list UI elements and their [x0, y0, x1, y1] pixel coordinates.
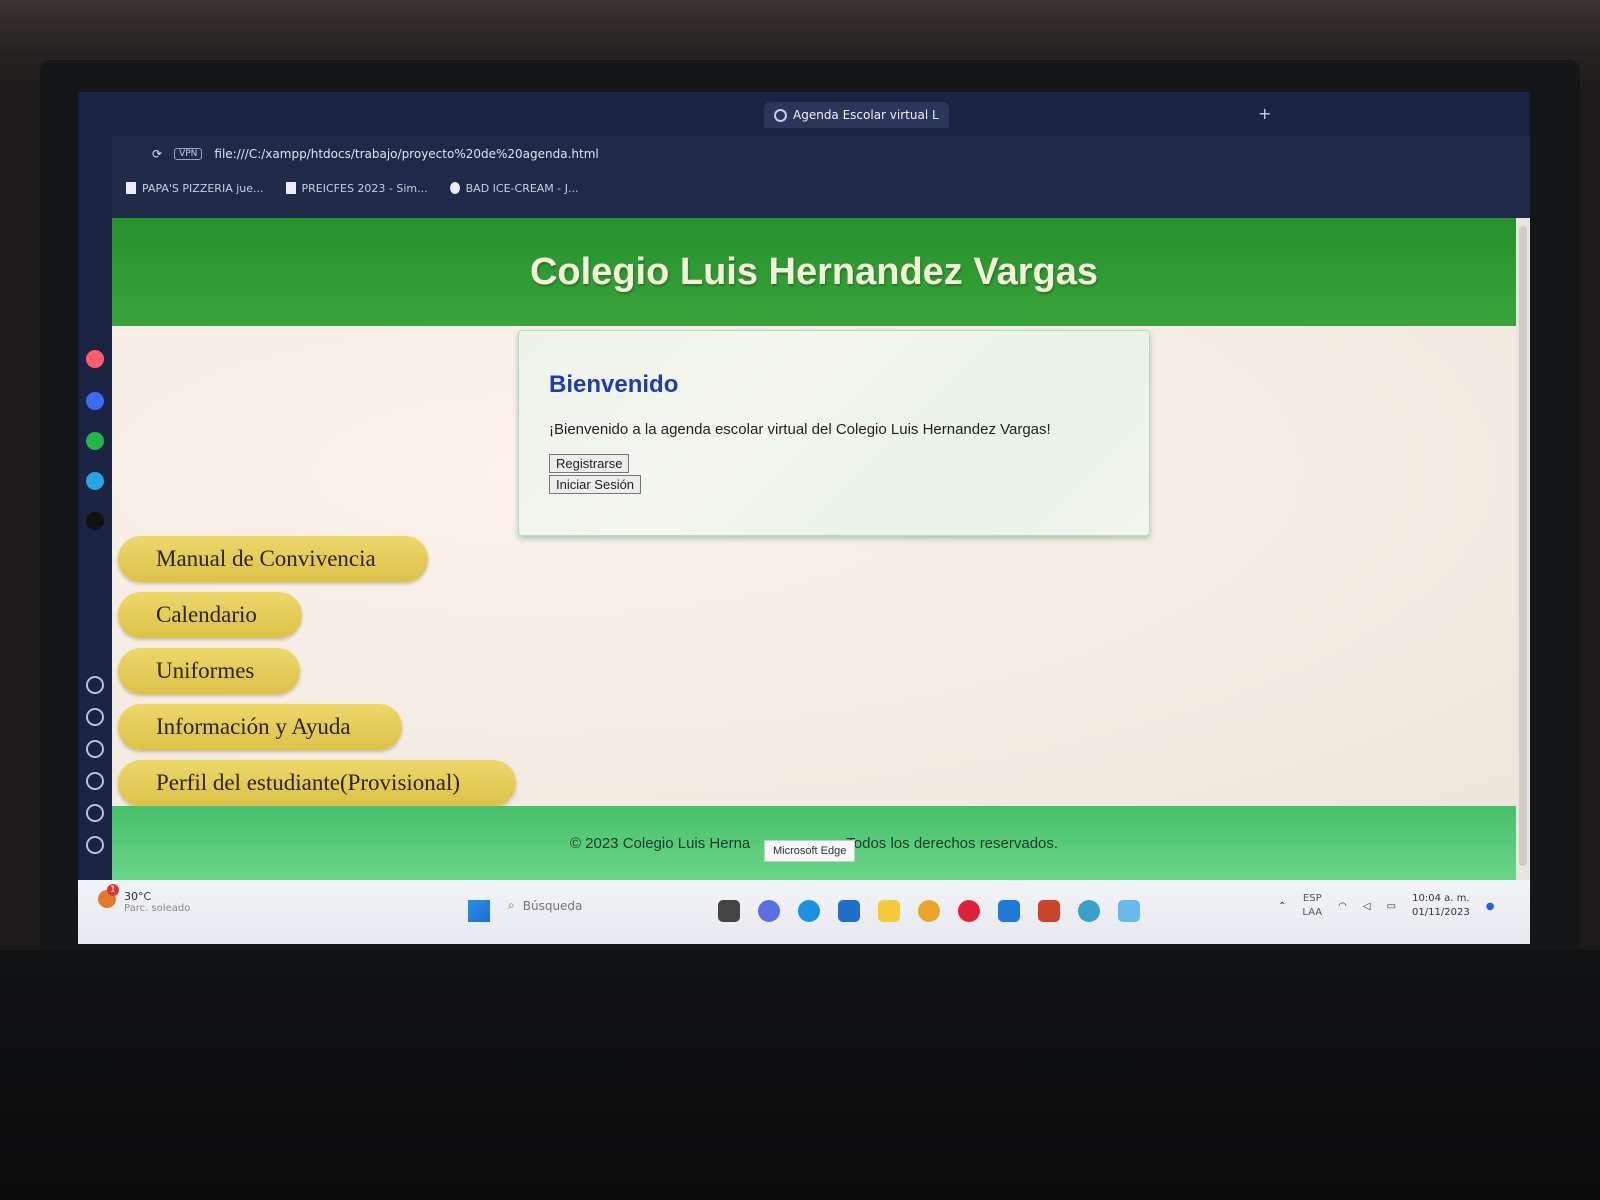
- menu-uniformes[interactable]: Uniformes: [118, 648, 300, 694]
- welcome-heading: Bienvenido: [549, 371, 679, 398]
- windows-start-icon[interactable]: [468, 900, 490, 922]
- browser-sidebar: [78, 136, 112, 880]
- laptop-screen: Agenda Escolar virtual L + ⟳ VPN file://…: [78, 92, 1530, 944]
- document-icon: [285, 182, 296, 194]
- battery-icon[interactable]: ▭: [1387, 901, 1396, 912]
- weather-temperature: 30°C: [124, 890, 152, 903]
- menu-informacion-y-ayuda[interactable]: Información y Ayuda: [118, 704, 402, 750]
- bookmark-label: PAPA'S PIZZERIA jue...: [142, 181, 264, 195]
- weather-description: Parc. soleado: [124, 903, 191, 914]
- send-icon[interactable]: [86, 708, 104, 726]
- system-tray: ⌃ ESP LAA ◠ ◁ ▭ 10:04 a. m. 01/11/2023 ●: [1278, 892, 1494, 920]
- game-icon: [449, 182, 460, 194]
- heart-icon[interactable]: [86, 740, 104, 758]
- powerpoint-icon[interactable]: [1038, 900, 1060, 922]
- app-icon[interactable]: [1078, 900, 1100, 922]
- telegram-icon[interactable]: [86, 472, 104, 490]
- keyboard-layout: LAA: [1302, 907, 1323, 918]
- clock-time: 10:04 a. m.: [1412, 893, 1470, 904]
- login-button[interactable]: Iniciar Sesión: [549, 475, 642, 494]
- new-tab-plus-icon[interactable]: +: [1258, 104, 1271, 123]
- chrome-icon[interactable]: [918, 900, 940, 922]
- register-button[interactable]: Registrarse: [549, 454, 630, 473]
- whatsapp-icon[interactable]: [86, 432, 104, 450]
- player-icon[interactable]: [86, 676, 104, 694]
- page-scrollbar[interactable]: [1516, 218, 1530, 880]
- file-explorer-icon[interactable]: [718, 900, 740, 922]
- menu-calendario[interactable]: Calendario: [118, 592, 302, 638]
- clock-date: 01/11/2023: [1412, 907, 1470, 918]
- tab-label: Agenda Escolar virtual L: [793, 108, 939, 122]
- browser-tab-strip: Agenda Escolar virtual L +: [78, 92, 1530, 136]
- vpn-badge[interactable]: VPN: [174, 148, 203, 160]
- folder-icon[interactable]: [878, 900, 900, 922]
- site-title: Colegio Luis Hernandez Vargas: [529, 250, 1099, 293]
- notification-badge: 1: [107, 884, 119, 896]
- clock[interactable]: 10:04 a. m. 01/11/2023: [1412, 892, 1470, 920]
- messenger-icon[interactable]: [86, 392, 104, 410]
- lightbulb-icon[interactable]: [86, 836, 104, 854]
- bell-icon[interactable]: ●: [1486, 901, 1495, 912]
- address-bar[interactable]: ⟳ VPN file:///C:/xampp/htdocs/trabajo/pr…: [112, 136, 1530, 172]
- tooltip: Microsoft Edge: [764, 840, 856, 862]
- language-code: ESP: [1302, 893, 1322, 904]
- volume-icon[interactable]: ◁: [1363, 901, 1371, 912]
- notepad-icon[interactable]: [1118, 900, 1140, 922]
- search-placeholder: Búsqueda: [522, 898, 583, 913]
- tiktok-icon[interactable]: [86, 512, 104, 530]
- welcome-text: ¡Bienvenido a la agenda escolar virtual …: [549, 421, 1051, 438]
- laptop-keyboard-area: [0, 950, 1600, 1200]
- taskbar-search[interactable]: ⌕ Búsqueda: [508, 898, 582, 913]
- url-text[interactable]: file:///C:/xampp/htdocs/trabajo/proyecto…: [214, 147, 598, 161]
- bookmark-label: PREICFES 2023 - Sim...: [301, 181, 428, 195]
- document-icon: [126, 182, 136, 194]
- bookmark-item[interactable]: PAPA'S PIZZERIA jue...: [126, 182, 264, 195]
- vscode-icon[interactable]: [998, 900, 1020, 922]
- bookmark-label: BAD ICE-CREAM - J...: [465, 181, 579, 195]
- language-indicator[interactable]: ESP LAA: [1302, 892, 1322, 920]
- windows-taskbar: 1 30°C Parc. soleado ⌕ Búsqueda ⌃ ESP LA…: [78, 880, 1530, 944]
- settings-icon[interactable]: [86, 804, 104, 822]
- scrollbar-thumb[interactable]: [1519, 226, 1527, 866]
- opera-icon[interactable]: [958, 900, 980, 922]
- footer-rights: Todos los derechos reservados.: [846, 834, 1059, 852]
- welcome-panel: Bienvenido ¡Bienvenido a la agenda escol…: [518, 330, 1150, 536]
- search-icon: ⌕: [508, 898, 515, 912]
- tab-agenda[interactable]: Agenda Escolar virtual L: [764, 102, 949, 128]
- bookmark-item[interactable]: BAD ICE-CREAM - J...: [449, 181, 579, 195]
- wifi-icon[interactable]: ◠: [1338, 901, 1347, 912]
- reload-icon[interactable]: ⟳: [152, 147, 162, 161]
- site-header: Colegio Luis Hernandez Vargas: [112, 218, 1516, 326]
- chat-icon[interactable]: [758, 900, 780, 922]
- weather-widget[interactable]: 1 30°C Parc. soleado: [98, 884, 191, 914]
- menu-manual-de-convivencia[interactable]: Manual de Convivencia: [118, 536, 428, 582]
- bookmark-item[interactable]: PREICFES 2023 - Sim...: [285, 181, 428, 195]
- edge-icon[interactable]: [798, 900, 820, 922]
- globe-icon: [774, 108, 787, 122]
- store-icon[interactable]: [838, 900, 860, 922]
- weather-icon: 1: [98, 884, 119, 908]
- aria-icon[interactable]: [86, 350, 104, 368]
- chevron-up-icon[interactable]: ⌃: [1278, 901, 1286, 912]
- web-page: Colegio Luis Hernandez Vargas Bienvenido…: [112, 218, 1516, 880]
- footer-copyright: © 2023 Colegio Luis Herna: [569, 834, 751, 852]
- bookmarks-bar: PAPA'S PIZZERIA jue... PREICFES 2023 - S…: [112, 172, 1530, 204]
- menu-perfil-del-estudiante[interactable]: Perfil del estudiante(Provisional): [118, 760, 516, 806]
- history-icon[interactable]: [86, 772, 104, 790]
